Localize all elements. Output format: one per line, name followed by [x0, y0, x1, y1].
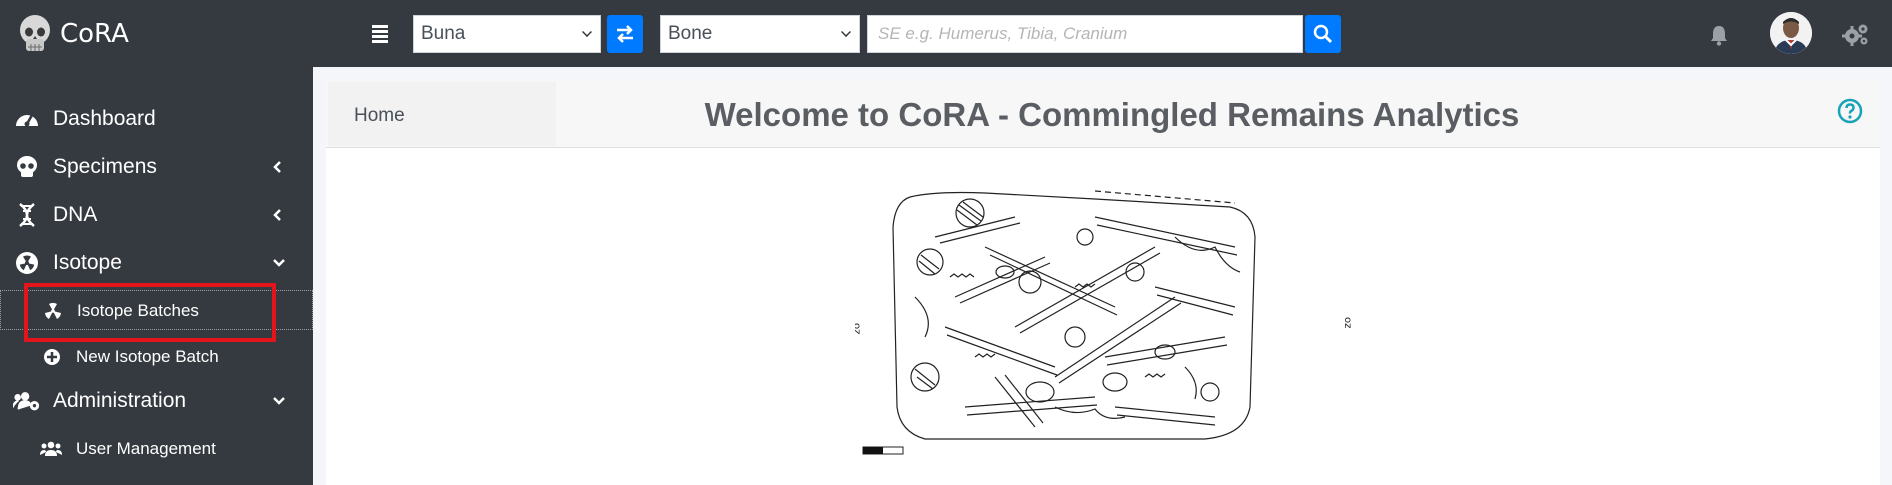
chevron-down-icon	[582, 27, 592, 37]
dna-icon	[13, 203, 41, 227]
swap-button[interactable]	[607, 15, 643, 53]
sidebar-item-isotope[interactable]: Isotope	[0, 251, 313, 275]
search-placeholder: SE e.g. Humerus, Tibia, Cranium	[878, 24, 1128, 43]
skull-logo-icon	[20, 15, 50, 51]
sidebar-item-label: New Isotope Batch	[76, 347, 219, 366]
brand-name: CoRA	[60, 19, 129, 49]
page-title: Welcome to CoRA - Commingled Remains Ana…	[704, 96, 1520, 133]
chevron-left-icon	[273, 161, 281, 173]
search-button[interactable]	[1305, 15, 1341, 53]
user-avatar[interactable]	[1770, 12, 1812, 54]
svg-text:oz: oz	[1342, 317, 1353, 328]
brand[interactable]: CoRA	[16, 12, 129, 56]
exchange-icon	[617, 25, 633, 43]
sidebar-item-label: Specimens	[53, 155, 157, 178]
tachometer-icon	[13, 107, 41, 131]
settings-gears-icon[interactable]	[1842, 22, 1870, 46]
chevron-down-icon	[841, 27, 851, 37]
search-icon	[1313, 24, 1333, 44]
sidebar-item-dna[interactable]: DNA	[0, 203, 313, 227]
sidebar-item-specimens[interactable]: Specimens	[0, 155, 313, 179]
chevron-down-icon	[273, 259, 285, 267]
site-select-value: Buna	[421, 23, 466, 44]
sidebar-item-label: Isotope	[53, 251, 122, 274]
plus-circle-icon	[42, 347, 62, 367]
highlight-box	[24, 283, 276, 342]
sidebar-item-administration[interactable]: Administration	[0, 389, 313, 413]
chevron-down-icon	[273, 397, 285, 405]
breadcrumb[interactable]: Home	[328, 82, 556, 146]
chevron-left-icon	[273, 209, 281, 221]
breadcrumb-home[interactable]: Home	[354, 105, 405, 126]
svg-text:oz: oz	[855, 323, 862, 334]
radiation-icon	[13, 251, 41, 275]
sidebar-item-label: Administration	[53, 389, 187, 412]
sidebar-item-new-isotope-batch[interactable]: New Isotope Batch	[0, 345, 313, 369]
bone-select-value: Bone	[668, 23, 713, 44]
bone-select[interactable]: Bone	[660, 15, 860, 53]
sidebar-item-label: User Management	[76, 439, 216, 458]
menu-toggle-icon[interactable]	[372, 25, 388, 43]
avatar-image	[1770, 12, 1812, 54]
commingled-remains-illustration: oz oz	[855, 190, 1353, 455]
users-cog-icon	[13, 389, 41, 413]
sidebar-item-dashboard[interactable]: Dashboard	[0, 107, 313, 131]
bell-icon[interactable]	[1709, 24, 1729, 46]
search-input[interactable]: SE e.g. Humerus, Tibia, Cranium	[867, 15, 1303, 53]
sidebar-item-label: DNA	[53, 203, 98, 226]
sidebar-item-label: Dashboard	[53, 107, 156, 130]
skull-icon	[13, 155, 41, 179]
help-icon[interactable]	[1837, 98, 1863, 124]
users-icon	[40, 439, 62, 459]
sidebar-item-user-management[interactable]: User Management	[0, 437, 313, 461]
site-select[interactable]: Buna	[413, 15, 601, 53]
